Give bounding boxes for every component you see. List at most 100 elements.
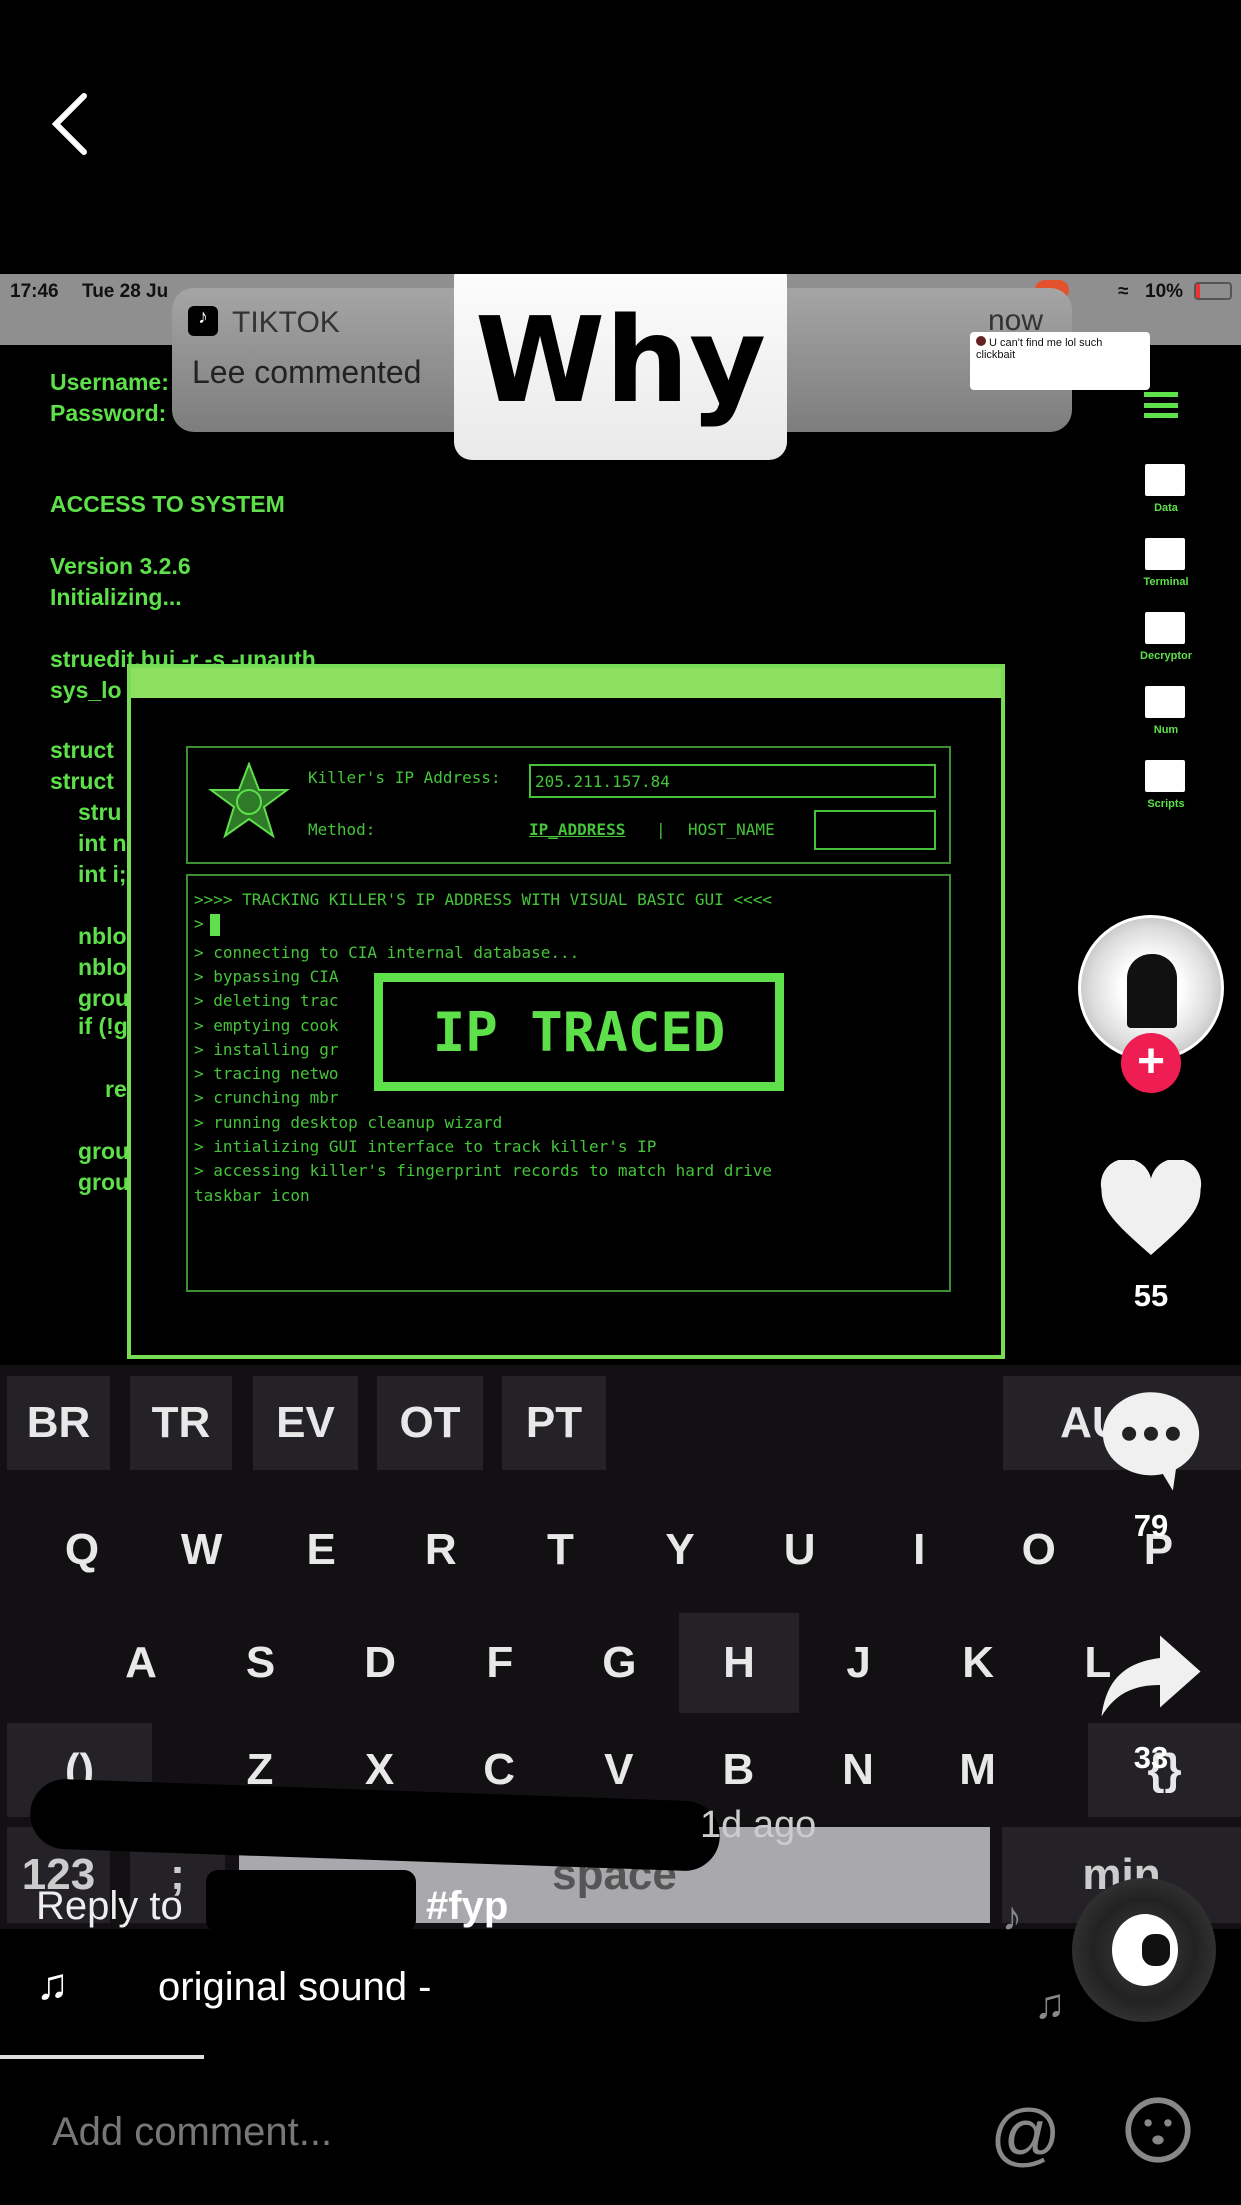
code-line: re [105,1076,127,1102]
keyboard-key[interactable]: J [799,1613,919,1713]
wifi-icon: ≈ [1118,281,1129,302]
keyboard-key[interactable]: I [859,1505,979,1595]
method-host-name[interactable]: HOST_NAME [688,820,775,839]
terminal-line: > emptying cook [194,1015,339,1035]
folder-icon[interactable] [1145,760,1185,792]
comment-count: 79 [1133,1508,1169,1543]
keyboard-key[interactable]: H [679,1613,799,1713]
keyboard-key[interactable]: N [798,1723,918,1817]
back-chevron-icon[interactable] [48,92,92,156]
folder-icon[interactable] [1145,686,1185,718]
code-line: Initializing... [50,584,182,610]
video-player[interactable]: 17:46 Tue 28 Ju ≈ 10% Username: Password:… [0,274,1241,1929]
battery-icon [1194,282,1232,300]
folder-icon[interactable] [1145,464,1185,496]
folder-label: Data [1154,502,1178,514]
terminal-line: > connecting to CIA internal database... [194,942,580,962]
code-line: sys_lo [50,677,122,703]
terminal-cursor [210,914,220,936]
folder-label: Terminal [1143,576,1189,588]
terminal-line: > deleting trac [194,991,339,1011]
comment-preview: U can't find me lol such clickbait [970,332,1150,390]
terminal-line: > crunching mbr [194,1088,339,1108]
comment-bubble-icon[interactable] [1097,1390,1205,1495]
keyboard-key[interactable]: TR [130,1376,232,1470]
keyboard-key[interactable]: A [81,1613,201,1713]
ip-input-panel: Killer's IP Address: 205.211.157.84 Meth… [186,746,951,864]
keyboard-key[interactable]: G [559,1613,679,1713]
floating-note-icon: ♪ [1002,1895,1022,1939]
floating-note-icon: ♫ [1034,1980,1066,2027]
terminal-line: > [194,914,204,934]
battery-level: 10% [1145,281,1184,302]
video-progress-bar[interactable] [0,2055,204,2059]
method-label: Method: [308,820,376,839]
keyboard-key[interactable]: M [918,1723,1038,1817]
sound-disc[interactable] [1072,1878,1216,2022]
terminal-line: > accessing killer's fingerprint records… [194,1161,772,1181]
code-line: ACCESS TO SYSTEM [50,491,285,517]
code-line: int n [78,830,127,856]
like-count: 55 [1133,1278,1169,1313]
sound-name[interactable]: original sound - [158,1965,432,2010]
keyboard-key[interactable]: W [142,1505,262,1595]
add-comment-input[interactable]: Add comment... [52,2110,332,2155]
keyboard-key[interactable]: E [261,1505,381,1595]
share-arrow-icon[interactable] [1097,1630,1205,1722]
keyboard-key[interactable]: S [201,1613,321,1713]
code-line: grou [78,1169,130,1195]
keyboard-key[interactable]: O [979,1505,1099,1595]
ip-traced-banner: IP TRACED [374,973,784,1091]
window-title-bar [131,668,1001,698]
keyboard-key[interactable]: F [440,1613,560,1713]
ip-address-field[interactable]: 205.211.157.84 [529,764,936,798]
anonymous-figure-icon [1127,954,1177,1028]
mention-at-icon[interactable]: @ [990,2094,1061,2174]
code-line: int i; [78,861,127,887]
hamburger-menu-icon [1144,392,1178,418]
music-note-icon: ♫ [36,1960,69,2009]
folder-icon[interactable] [1145,538,1185,570]
keyboard-key[interactable]: U [740,1505,860,1595]
notification-app: TIKTOK [232,306,340,339]
keyboard-key[interactable]: K [918,1613,1038,1713]
keyboard-key[interactable]: R [381,1505,501,1595]
code-line: Version 3.2.6 [50,553,191,579]
keyboard-key[interactable]: OT [377,1376,483,1470]
keyboard-key[interactable]: D [320,1613,440,1713]
keyboard-key[interactable]: Y [620,1505,740,1595]
post-time-ago: 1d ago [700,1804,817,1846]
code-line: stru [78,799,122,825]
folder-label: Scripts [1147,798,1185,810]
like-heart-icon[interactable] [1097,1160,1205,1260]
terminal-line: >>>> TRACKING KILLER'S IP ADDRESS WITH V… [194,890,772,909]
hashtag-link[interactable]: #fyp [426,1884,508,1929]
method-ip-address[interactable]: IP_ADDRESS [529,820,625,839]
keyboard-key[interactable]: Q [22,1505,142,1595]
terminal-line: > installing gr [194,1039,339,1059]
keyboard-key[interactable]: EV [253,1376,358,1470]
folder-label: Decryptor [1140,650,1192,662]
reply-to-label: Reply to [36,1884,183,1928]
keyboard-key[interactable]: BR [7,1376,110,1470]
status-date: Tue 28 Ju [82,281,169,302]
code-line: grou [78,1138,130,1164]
keyboard-key[interactable]: T [500,1505,620,1595]
code-line: grou [78,985,130,1011]
tiktok-logo-icon: ♪ [188,306,218,336]
terminal-line: taskbar icon [194,1185,310,1205]
redaction-mark [206,1870,416,1932]
host-name-field[interactable] [814,810,936,850]
emoji-icon[interactable] [1124,2096,1192,2164]
code-line: if (!g [78,1013,128,1039]
code-line: nblo [78,954,127,980]
code-line: Username: [50,369,169,395]
folder-icon[interactable] [1145,612,1185,644]
code-line: nblo [78,923,127,949]
keyboard-key[interactable]: PT [502,1376,606,1470]
comment-preview-text: U can't find me lol such clickbait [976,337,1103,361]
follow-plus-button[interactable]: + [1121,1033,1181,1093]
terminal-line: > running desktop cleanup wizard [194,1112,503,1132]
method-separator: | [656,820,666,839]
code-line: struct [50,768,114,794]
